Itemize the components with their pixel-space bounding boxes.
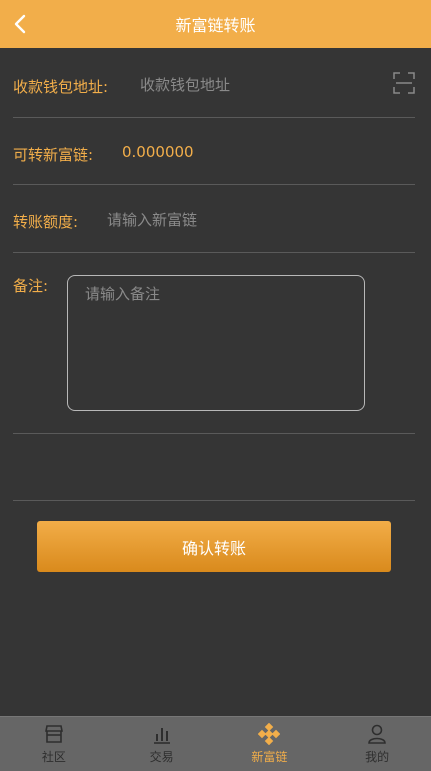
tab-label: 社区 [41, 750, 66, 764]
chain-knot-icon [258, 723, 281, 745]
tab-community[interactable]: 社区 [0, 717, 108, 771]
tab-xinfu-chain[interactable]: 新富链 [216, 717, 324, 771]
store-icon [44, 725, 63, 743]
amount-row: 转账额度: [13, 185, 415, 253]
balance-label: 可转新富链: [13, 146, 94, 164]
bottom-tab-bar: 社区 交易 新富链 我的 [0, 716, 431, 771]
back-arrow-icon[interactable] [10, 12, 34, 36]
address-label: 收款钱包地址: [13, 78, 109, 96]
amount-label: 转账额度: [13, 213, 79, 231]
scan-icon[interactable] [393, 72, 415, 94]
tab-mine[interactable]: 我的 [323, 717, 431, 771]
page-title: 新富链转账 [175, 16, 256, 35]
header-bar: 新富链转账 [0, 0, 431, 48]
tab-label: 新富链 [251, 750, 288, 764]
balance-value: 0.000000 [122, 143, 194, 161]
tab-label: 交易 [149, 750, 174, 764]
tab-trade[interactable]: 交易 [108, 717, 216, 771]
balance-row: 可转新富链: 0.000000 [13, 118, 415, 185]
spacer-row [13, 434, 415, 501]
address-input[interactable] [138, 73, 382, 97]
confirm-transfer-button[interactable]: 确认转账 [37, 521, 391, 572]
user-icon [368, 724, 386, 744]
amount-input[interactable] [105, 208, 399, 232]
memo-textarea[interactable] [67, 275, 365, 411]
address-row: 收款钱包地址: [13, 48, 415, 118]
tab-label: 我的 [365, 750, 390, 764]
memo-label: 备注: [13, 277, 49, 295]
bar-chart-icon [153, 728, 170, 744]
